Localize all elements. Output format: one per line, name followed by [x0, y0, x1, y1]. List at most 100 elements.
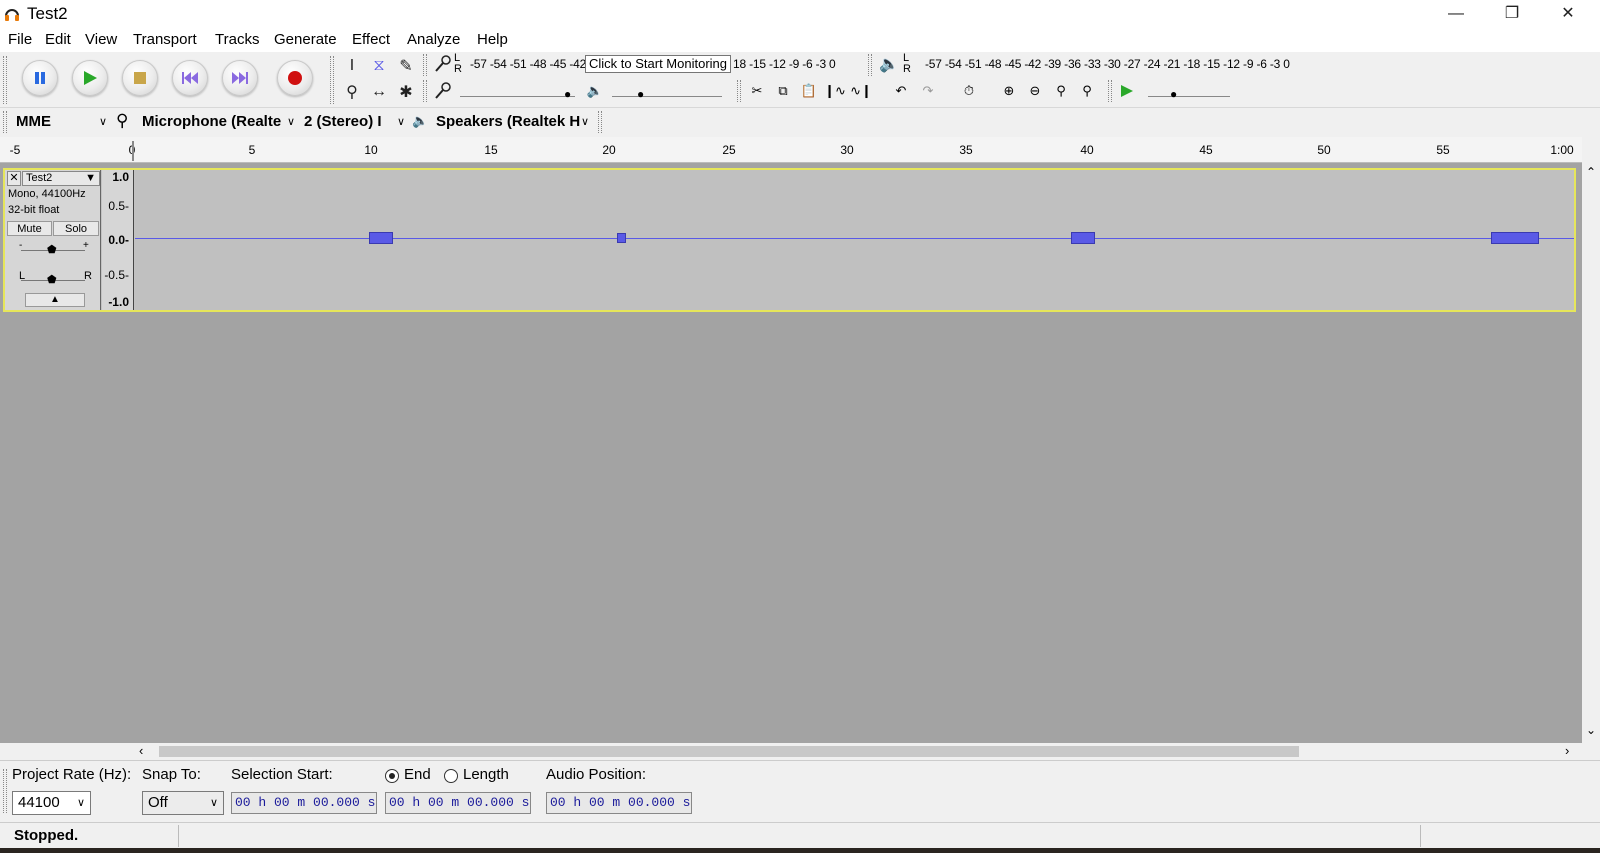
toolbar-grip[interactable]	[330, 56, 334, 104]
draw-tool-icon[interactable]: ✎	[395, 55, 417, 77]
copy-icon[interactable]: ⧉	[772, 80, 794, 102]
horizontal-scrollbar[interactable]: ‹ ›	[135, 743, 1582, 760]
track-panel[interactable]: ✕ Test2 ▼ Mono, 44100Hz 32-bit float Mut…	[0, 163, 1582, 743]
menu-help[interactable]: Help	[477, 31, 508, 48]
scroll-down-icon[interactable]: ⌄	[1586, 723, 1596, 737]
audio-track[interactable]: ✕ Test2 ▼ Mono, 44100Hz 32-bit float Mut…	[3, 168, 1576, 312]
microphone-icon: ⚲	[116, 111, 129, 130]
length-radio[interactable]	[444, 769, 458, 783]
menu-tracks[interactable]: Tracks	[215, 31, 259, 48]
playback-volume-slider[interactable]	[612, 96, 722, 97]
scroll-left-icon[interactable]: ‹	[139, 743, 143, 758]
recording-volume-thumb[interactable]: ●	[564, 87, 571, 101]
timeline-ruler[interactable]: -5 0 5 10 15 20 25 30 35 40 45 50 55 1:0…	[0, 137, 1582, 163]
toolbar-grip[interactable]	[737, 80, 741, 102]
end-radio-label: End	[404, 766, 431, 783]
menu-effect[interactable]: Effect	[352, 31, 390, 48]
menu-generate[interactable]: Generate	[274, 31, 337, 48]
menu-edit[interactable]: Edit	[45, 31, 71, 48]
zoom-out-icon[interactable]: ⊖	[1024, 80, 1046, 102]
record-meter-scale-right[interactable]: 18 -15 -12 -9 -6 -3 0	[733, 57, 836, 71]
chevron-down-icon: ∨	[76, 797, 85, 809]
pan-slider-thumb[interactable]: ⬟	[47, 273, 57, 286]
gain-slider-thumb[interactable]: ⬟	[47, 243, 57, 256]
toolbar-grip[interactable]	[3, 769, 7, 813]
multi-tool-icon[interactable]: ✱	[395, 81, 417, 103]
audio-position-time[interactable]: 00 h 00 m 00.000 s	[546, 792, 692, 814]
pause-button[interactable]	[22, 60, 58, 96]
envelope-tool-icon[interactable]: ⧖	[368, 55, 390, 77]
toolbar-grip[interactable]	[868, 54, 872, 76]
zoom-in-icon[interactable]: ⊕	[998, 80, 1020, 102]
playback-volume-thumb[interactable]: ●	[637, 87, 644, 101]
play-speed-thumb[interactable]: ●	[1170, 87, 1177, 101]
scale-label: 0.5-	[108, 199, 129, 213]
scroll-up-icon[interactable]: ⌃	[1586, 165, 1596, 179]
track-name-menu[interactable]: Test2 ▼	[22, 171, 100, 186]
play-button[interactable]	[72, 60, 108, 96]
close-track-icon[interactable]: ✕	[7, 171, 21, 186]
collapse-track-button[interactable]: ▲	[25, 293, 85, 307]
selection-tool-icon[interactable]: I	[341, 55, 363, 77]
trim-audio-icon[interactable]: ❙∿	[824, 80, 846, 102]
project-rate-select[interactable]: 44100 ∨	[12, 791, 91, 815]
project-rate-label: Project Rate (Hz):	[12, 766, 132, 783]
selection-end-time[interactable]: 00 h 00 m 00.000 s	[385, 792, 531, 814]
ruler-tick: 30	[840, 143, 854, 157]
playback-meter-scale[interactable]: -57 -54 -51 -48 -45 -42 -39 -36 -33 -30 …	[925, 57, 1290, 71]
waveform-area[interactable]	[135, 170, 1574, 310]
track-vertical-ruler[interactable]: 1.0 0.5- 0.0- -0.5- -1.0	[102, 170, 134, 310]
paste-icon[interactable]: 📋	[798, 80, 820, 102]
recording-channels-select[interactable]: 2 (Stereo) I ∨	[300, 111, 408, 133]
scroll-right-icon[interactable]: ›	[1565, 743, 1569, 758]
zoom-tool-icon[interactable]: ⚲	[341, 81, 363, 103]
recording-volume-slider[interactable]	[460, 96, 575, 97]
toolbar-grip[interactable]	[1108, 80, 1112, 102]
mute-button[interactable]: Mute	[7, 221, 52, 236]
redo-icon[interactable]: ↷	[917, 80, 939, 102]
toolbar-grip[interactable]	[423, 80, 427, 102]
restore-button[interactable]: ❐	[1484, 0, 1540, 30]
snap-to-select[interactable]: Off ∨	[142, 791, 224, 815]
solo-button[interactable]: Solo	[53, 221, 99, 236]
play-icon	[84, 71, 97, 85]
vertical-scrollbar[interactable]: ⌃ ⌄	[1582, 163, 1600, 743]
record-button[interactable]	[277, 60, 313, 96]
toolbar-grip[interactable]	[598, 111, 602, 133]
timeshift-tool-icon[interactable]: ↔	[368, 81, 390, 103]
stop-button[interactable]	[122, 60, 158, 96]
audio-host-select[interactable]: MME ∨	[12, 111, 110, 133]
record-meter-scale-left[interactable]: -57 -54 -51 -48 -45 -42	[470, 57, 586, 71]
scroll-thumb[interactable]	[159, 746, 1299, 757]
cut-icon[interactable]: ✂	[746, 80, 768, 102]
microphone-icon[interactable]	[432, 53, 454, 75]
menu-file[interactable]: File	[8, 31, 32, 48]
sync-lock-icon[interactable]: ⏱	[958, 80, 980, 102]
end-radio[interactable]	[385, 769, 399, 783]
toolbar-grip[interactable]	[3, 111, 7, 133]
menu-transport[interactable]: Transport	[133, 31, 197, 48]
close-window-button[interactable]: ✕	[1540, 0, 1596, 30]
recording-channels-value: 2 (Stereo) I	[304, 113, 382, 130]
playback-device-select[interactable]: Speakers (Realtek H ∨	[432, 111, 592, 133]
recording-device-select[interactable]: Microphone (Realte ∨	[138, 111, 298, 133]
toolbar-grip[interactable]	[3, 56, 7, 104]
skip-to-start-button[interactable]	[172, 60, 208, 96]
skip-to-end-button[interactable]	[222, 60, 258, 96]
selection-start-time[interactable]: 00 h 00 m 00.000 s	[231, 792, 377, 814]
play-at-speed-icon[interactable]	[1116, 80, 1138, 102]
toolbar-grip[interactable]	[423, 54, 427, 76]
playhead-marker[interactable]	[132, 141, 134, 161]
fit-project-icon[interactable]: ⚲	[1076, 80, 1098, 102]
ruler-tick: 40	[1080, 143, 1094, 157]
play-speed-slider[interactable]	[1148, 96, 1230, 97]
menu-view[interactable]: View	[85, 31, 117, 48]
silence-audio-icon[interactable]: ∿❙	[850, 80, 872, 102]
speaker-icon[interactable]: 🔈	[878, 53, 900, 75]
track-sample-format: 32-bit float	[8, 204, 60, 216]
ruler-tick: 55	[1436, 143, 1450, 157]
minimize-button[interactable]: —	[1428, 0, 1484, 30]
menu-analyze[interactable]: Analyze	[407, 31, 460, 48]
undo-icon[interactable]: ↶	[890, 80, 912, 102]
fit-selection-icon[interactable]: ⚲	[1050, 80, 1072, 102]
